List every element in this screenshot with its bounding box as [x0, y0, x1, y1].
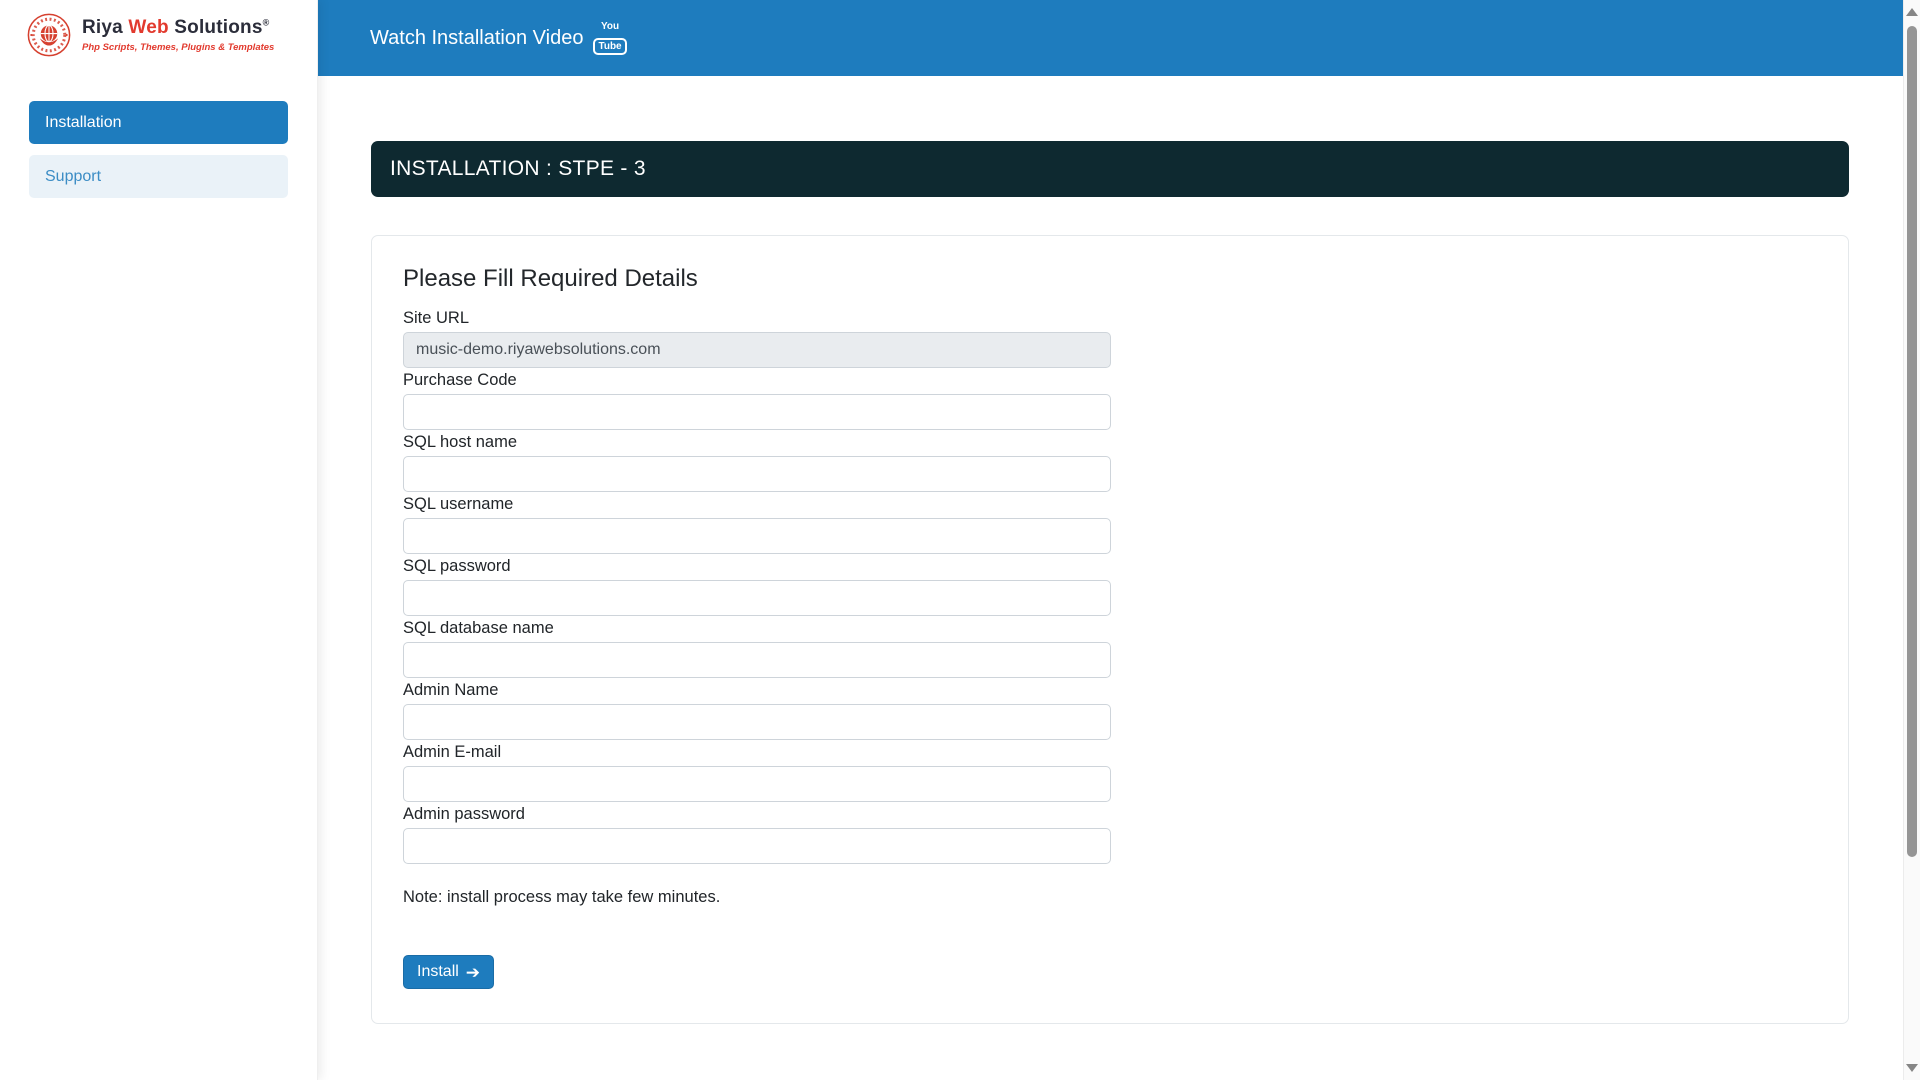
top-header-bar: Watch Installation Video You Tube [318, 0, 1903, 76]
admin-password-input[interactable] [403, 828, 1111, 864]
logo-text: Riya Web Solutions® Php Scripts, Themes,… [82, 17, 274, 53]
scrollbar-up-icon[interactable] [1906, 8, 1918, 16]
scrollbar-down-icon[interactable] [1906, 1064, 1918, 1072]
sidebar-item-label: Support [45, 168, 101, 186]
admin-email-label: Admin E-mail [403, 742, 1111, 762]
admin-name-label: Admin Name [403, 680, 1111, 700]
site-url-label: Site URL [403, 308, 1111, 328]
logo: Riya Web Solutions® Php Scripts, Themes,… [0, 0, 317, 58]
admin-email-input[interactable] [403, 766, 1111, 802]
sql-username-field: SQL username [403, 494, 1111, 554]
sidebar-item-label: Installation [45, 114, 122, 132]
sql-password-field: SQL password [403, 556, 1111, 616]
admin-email-field: Admin E-mail [403, 742, 1111, 802]
sql-host-name-field: SQL host name [403, 432, 1111, 492]
sql-username-label: SQL username [403, 494, 1111, 514]
sql-password-input[interactable] [403, 580, 1111, 616]
watch-installation-video-link[interactable]: Watch Installation Video You Tube [370, 22, 627, 55]
watch-video-label: Watch Installation Video [370, 27, 583, 50]
sql-database-name-field: SQL database name [403, 618, 1111, 678]
admin-name-input[interactable] [403, 704, 1111, 740]
brand-tagline: Php Scripts, Themes, Plugins & Templates [82, 42, 274, 53]
sql-username-input[interactable] [403, 518, 1111, 554]
site-url-input[interactable] [403, 332, 1111, 368]
purchase-code-field: Purchase Code [403, 370, 1111, 430]
sidebar-menu: Installation Support [0, 101, 317, 198]
admin-password-field: Admin password [403, 804, 1111, 864]
sql-password-label: SQL password [403, 556, 1111, 576]
sidebar-item-support[interactable]: Support [29, 155, 288, 198]
site-url-field: Site URL [403, 308, 1111, 368]
youtube-icon[interactable]: You Tube [593, 22, 626, 55]
scrollbar-thumb[interactable] [1907, 26, 1917, 857]
banner-title: INSTALLATION : STPE - 3 [390, 157, 646, 181]
admin-password-label: Admin password [403, 804, 1111, 824]
riya-stamp-icon [26, 12, 72, 58]
install-note: Note: install process may take few minut… [403, 887, 1817, 907]
install-button-label: Install [417, 963, 459, 981]
card-heading: Please Fill Required Details [403, 264, 1817, 293]
right-arrow-icon: ➔ [466, 964, 480, 981]
sql-host-name-label: SQL host name [403, 432, 1111, 452]
purchase-code-label: Purchase Code [403, 370, 1111, 390]
sidebar: Riya Web Solutions® Php Scripts, Themes,… [0, 0, 318, 1080]
vertical-scrollbar[interactable] [1903, 0, 1920, 1080]
main-content: INSTALLATION : STPE - 3 Please Fill Requ… [318, 76, 1903, 1024]
admin-name-field: Admin Name [403, 680, 1111, 740]
installation-step-banner: INSTALLATION : STPE - 3 [371, 141, 1849, 197]
install-button[interactable]: Install ➔ [403, 955, 494, 989]
sql-host-name-input[interactable] [403, 456, 1111, 492]
sql-database-name-input[interactable] [403, 642, 1111, 678]
sidebar-item-installation[interactable]: Installation [29, 101, 288, 144]
purchase-code-input[interactable] [403, 394, 1111, 430]
installation-form-card: Please Fill Required Details Site URL Pu… [371, 235, 1849, 1024]
registered-mark: ® [263, 18, 270, 28]
brand-name: Riya Web Solutions® [82, 17, 274, 39]
sql-database-name-label: SQL database name [403, 618, 1111, 638]
